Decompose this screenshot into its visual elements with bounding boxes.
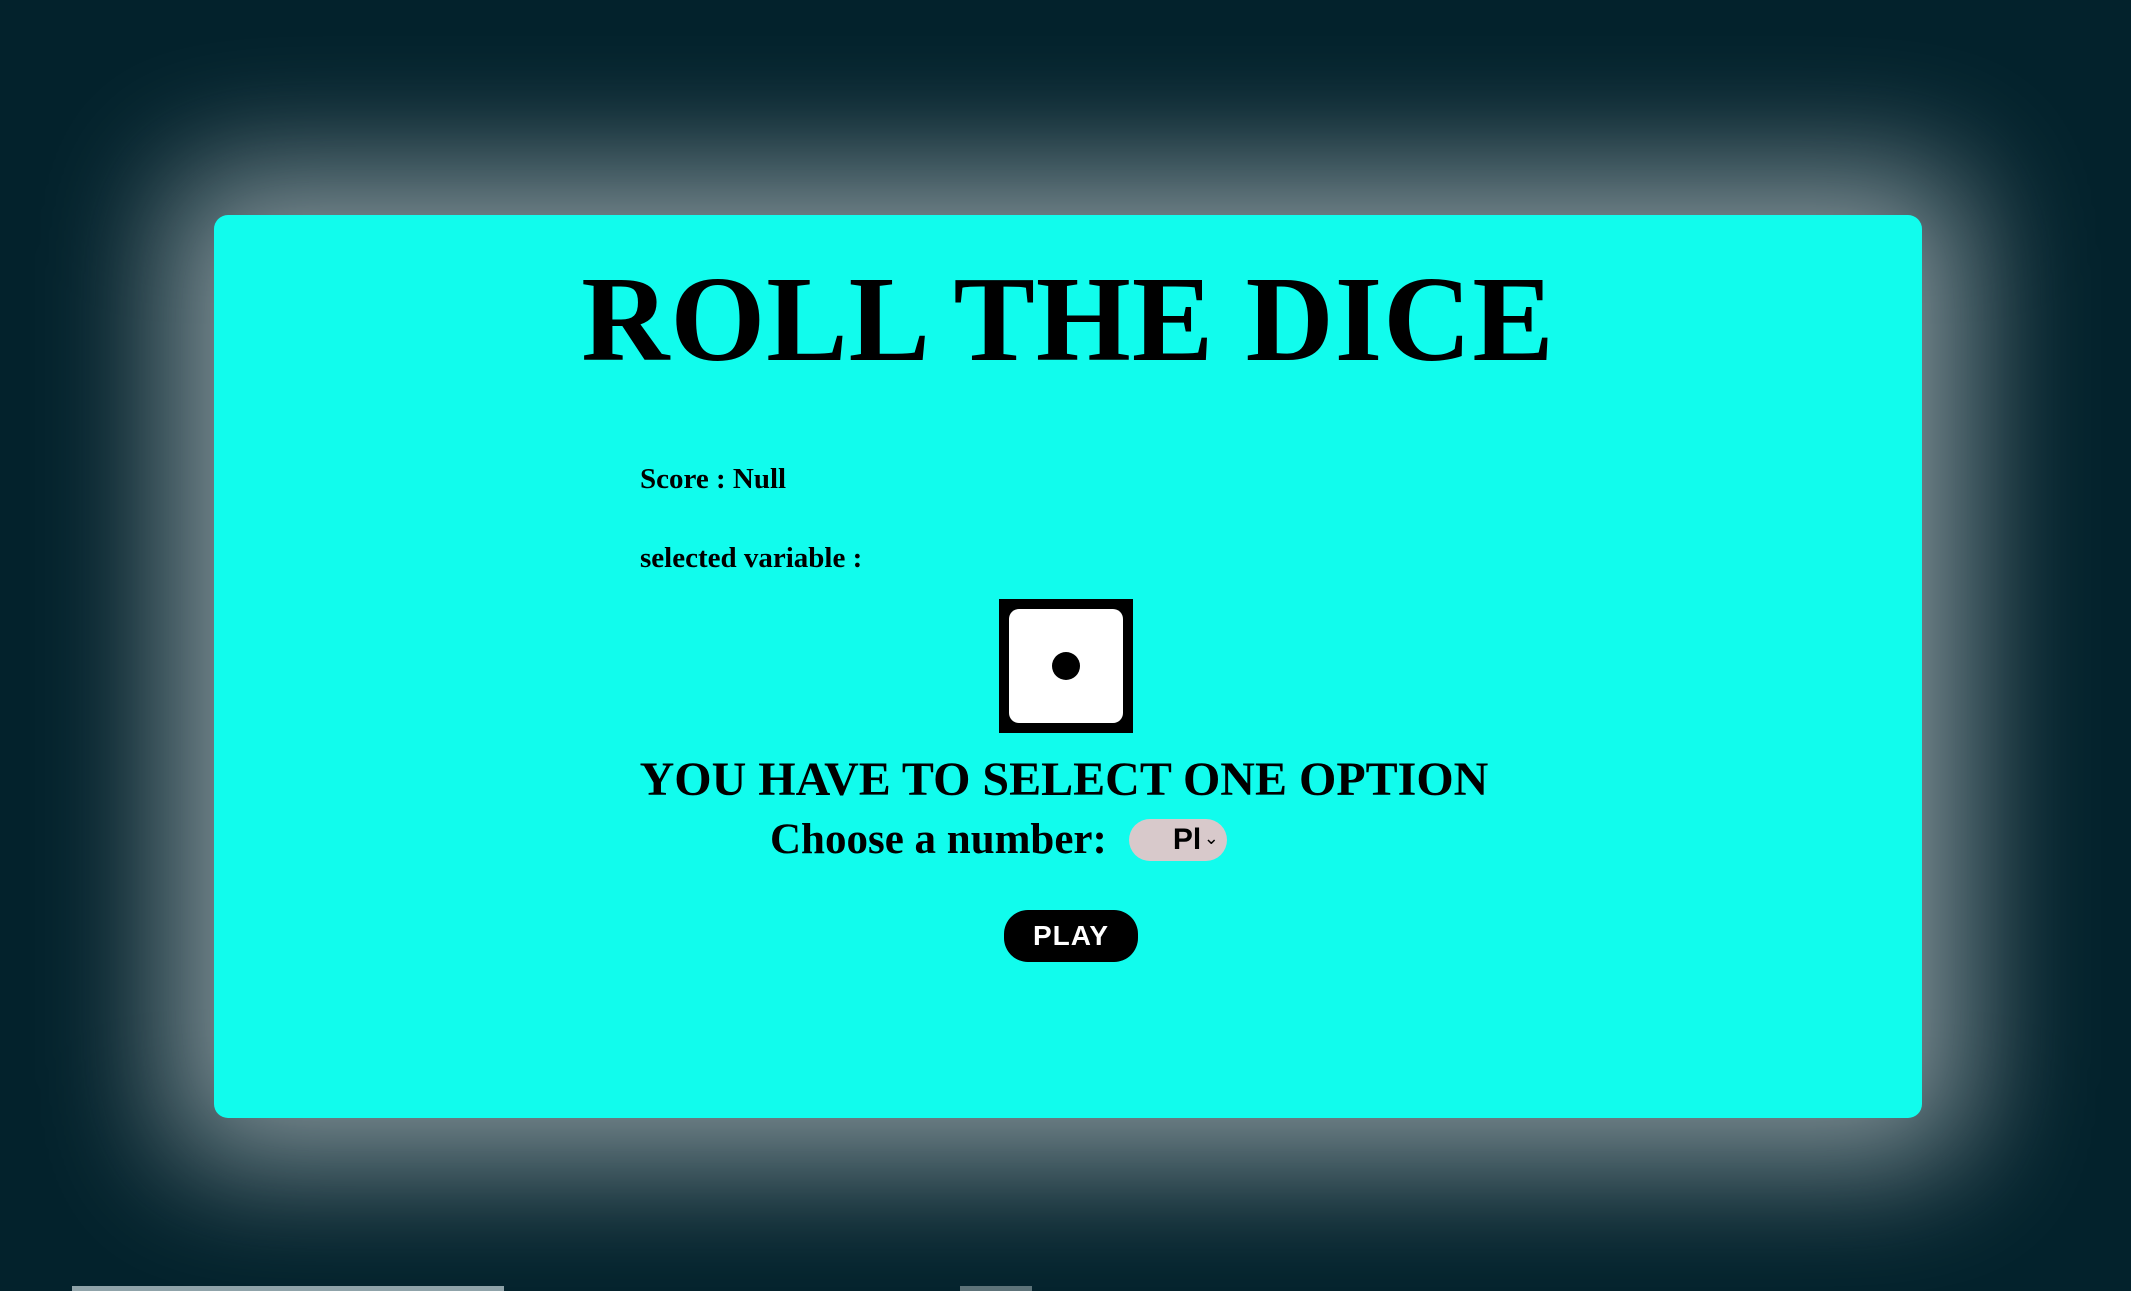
number-select[interactable]: Pl ⌄ bbox=[1128, 818, 1227, 861]
number-select-value: Pl bbox=[1172, 822, 1202, 856]
chevron-down-icon: ⌄ bbox=[1203, 827, 1219, 848]
game-card: ROLL THE DICE Score : Null selected vari… bbox=[214, 215, 1922, 1118]
warning-message: YOU HAVE TO SELECT ONE OPTION bbox=[639, 753, 1489, 806]
choose-number-row: Choose a number: Pl ⌄ bbox=[770, 815, 1227, 864]
page-title: ROLL THE DICE bbox=[581, 252, 1555, 387]
score-text: Score : Null bbox=[640, 463, 787, 495]
play-button[interactable]: PLAY bbox=[1004, 910, 1138, 962]
die-pip bbox=[1052, 652, 1080, 680]
choose-number-label: Choose a number: bbox=[770, 816, 1107, 863]
die-face bbox=[1009, 609, 1123, 723]
selected-variable-text: selected variable : bbox=[640, 542, 863, 574]
scrollbar-thumb[interactable] bbox=[72, 1286, 504, 1291]
die-icon[interactable] bbox=[999, 599, 1133, 733]
scrollbar-marker bbox=[960, 1286, 1032, 1291]
